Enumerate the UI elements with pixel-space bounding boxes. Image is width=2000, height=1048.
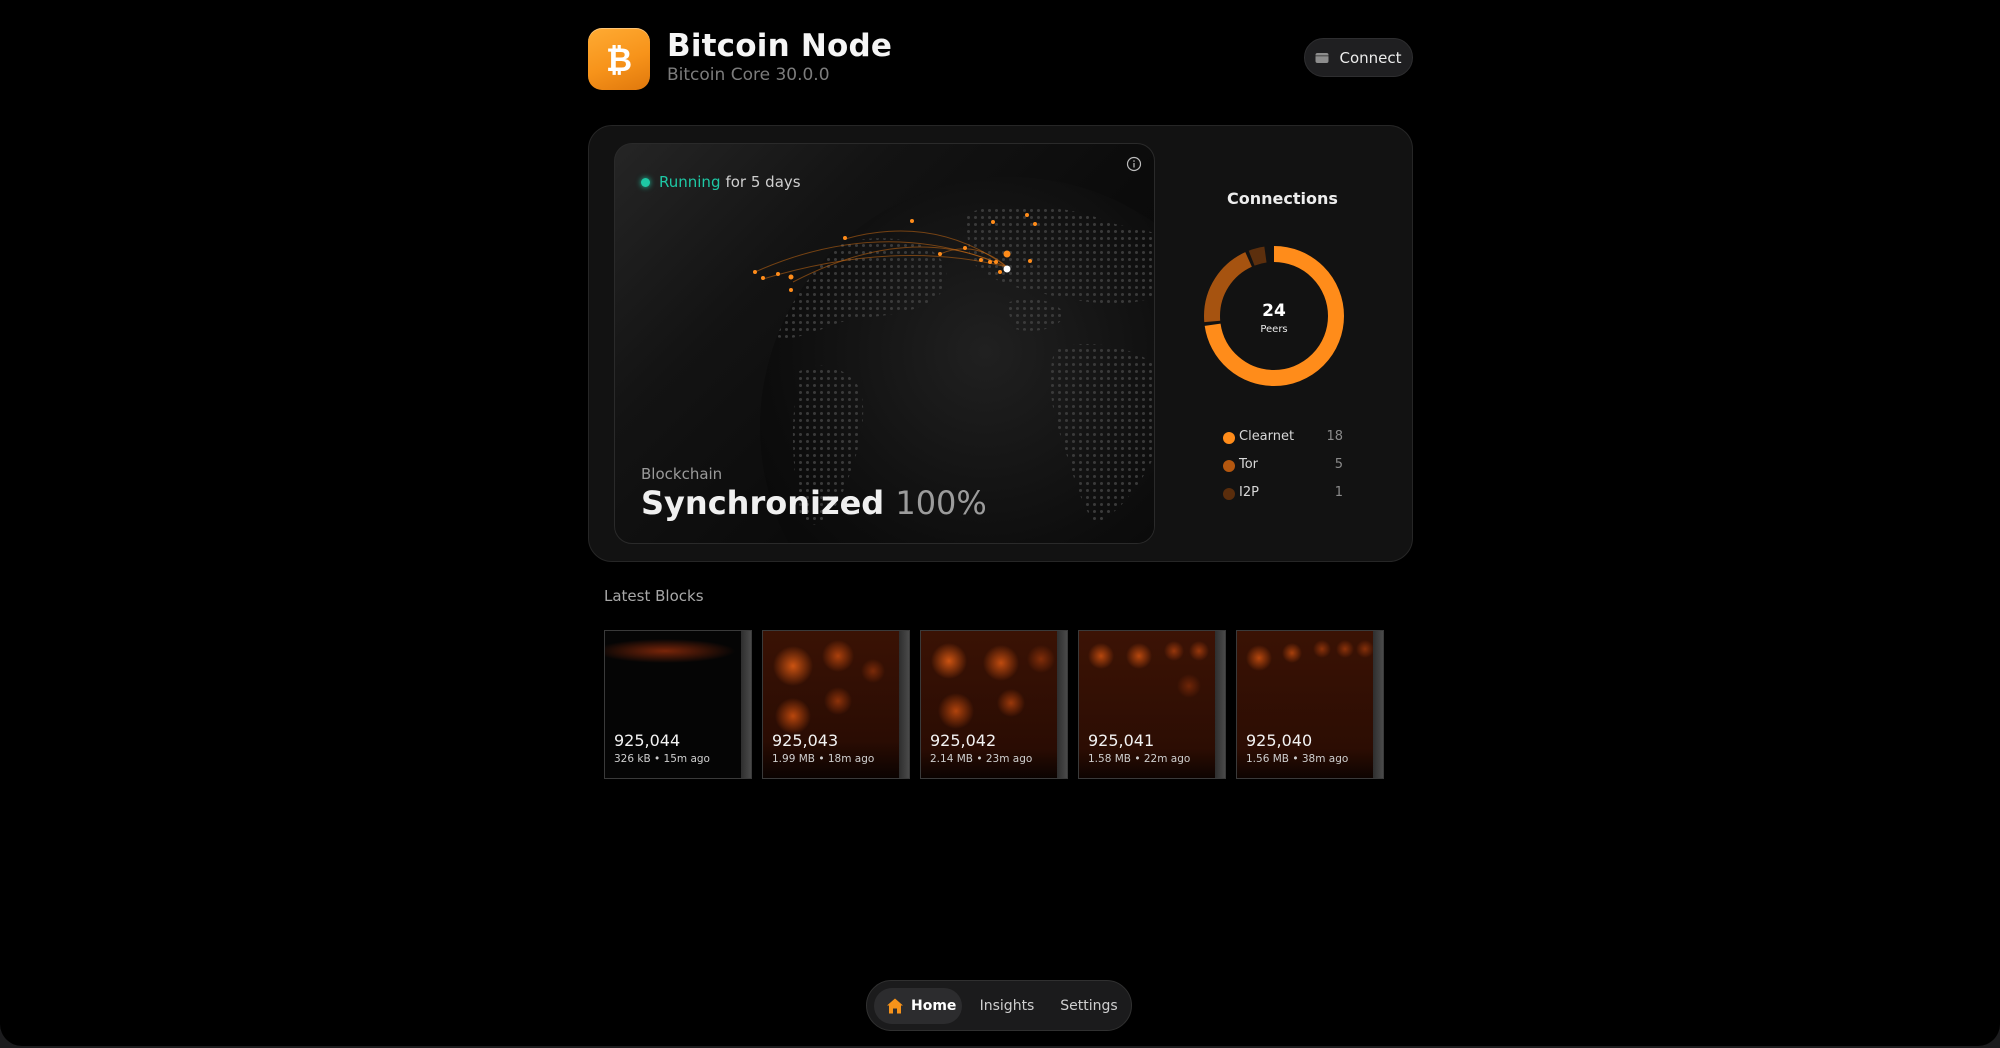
home-icon <box>887 998 903 1014</box>
block-height: 925,040 <box>1246 731 1313 750</box>
node-status: Running for 5 days <box>641 173 801 191</box>
nav-insights[interactable]: Insights <box>977 988 1037 1024</box>
block-card[interactable]: 925,040 1.56 MB • 38m ago <box>1236 630 1384 779</box>
block-height: 925,043 <box>772 731 839 750</box>
block-meta: 2.14 MB • 23m ago <box>930 753 1033 765</box>
tor-dot <box>1223 460 1235 472</box>
legend-i2p: I2P 1 <box>1223 483 1343 511</box>
block-height: 925,044 <box>614 731 681 750</box>
blockchain-label: Blockchain <box>641 465 723 483</box>
legend-count: 5 <box>1334 457 1343 472</box>
info-icon[interactable] <box>1126 156 1142 172</box>
legend-count: 18 <box>1326 429 1343 444</box>
status-state: Running <box>659 173 721 191</box>
legend-count: 1 <box>1334 485 1343 500</box>
globe-panel: Running for 5 days Blockchain Synchroniz… <box>614 143 1155 544</box>
block-height: 925,041 <box>1088 731 1155 750</box>
connections-legend: Clearnet 18 Tor 5 I2P 1 <box>1223 427 1343 511</box>
block-meta: 1.99 MB • 18m ago <box>772 753 875 765</box>
block-card[interactable]: 925,043 1.99 MB • 18m ago <box>762 630 910 779</box>
status-duration: for 5 days <box>725 173 801 191</box>
wallet-icon <box>1315 52 1329 63</box>
block-card[interactable]: 925,044 326 kB • 15m ago <box>604 630 752 779</box>
sync-percent: 100% <box>895 484 987 522</box>
block-card[interactable]: 925,041 1.58 MB • 22m ago <box>1078 630 1226 779</box>
connect-label: Connect <box>1339 48 1402 67</box>
clearnet-dot <box>1223 432 1235 444</box>
app-window: ₿ Bitcoin Node Bitcoin Core 30.0.0 Conne… <box>0 0 2000 1046</box>
latest-blocks-title: Latest Blocks <box>604 587 704 605</box>
sync-status: Synchronized 100% <box>641 484 987 522</box>
app-title: Bitcoin Node <box>667 28 893 64</box>
block-side <box>1373 631 1383 778</box>
app-version: Bitcoin Core 30.0.0 <box>667 65 830 85</box>
legend-label: Clearnet <box>1239 429 1295 444</box>
main-content: ₿ Bitcoin Node Bitcoin Core 30.0.0 Conne… <box>588 0 1413 1046</box>
peer-count-label: Peers <box>1260 324 1288 335</box>
status-indicator <box>641 177 650 187</box>
node-status-card: Running for 5 days Blockchain Synchroniz… <box>588 125 1413 562</box>
nav-home-label: Home <box>911 998 957 1014</box>
block-meta: 326 kB • 15m ago <box>614 753 710 765</box>
nav-home[interactable]: Home <box>874 988 962 1024</box>
legend-label: Tor <box>1239 457 1259 472</box>
block-meta: 1.58 MB • 22m ago <box>1088 753 1191 765</box>
block-side <box>899 631 909 778</box>
block-meta: 1.56 MB • 38m ago <box>1246 753 1349 765</box>
nav-settings[interactable]: Settings <box>1059 988 1119 1024</box>
legend-clearnet: Clearnet 18 <box>1223 427 1343 455</box>
legend-tor: Tor 5 <box>1223 455 1343 483</box>
block-side <box>1057 631 1067 778</box>
connections-title: Connections <box>1227 189 1338 208</box>
svg-text:₿: ₿ <box>606 41 632 79</box>
bottom-nav: Home Insights Settings <box>866 980 1132 1031</box>
peer-count: 24 <box>1262 301 1286 321</box>
block-side <box>1215 631 1225 778</box>
block-side <box>741 631 751 778</box>
sync-state: Synchronized <box>641 484 885 522</box>
legend-label: I2P <box>1239 485 1259 500</box>
i2p-dot <box>1223 488 1235 500</box>
connect-button[interactable]: Connect <box>1304 38 1413 77</box>
block-height: 925,042 <box>930 731 997 750</box>
block-card[interactable]: 925,042 2.14 MB • 23m ago <box>920 630 1068 779</box>
bitcoin-icon: ₿ <box>588 28 650 90</box>
